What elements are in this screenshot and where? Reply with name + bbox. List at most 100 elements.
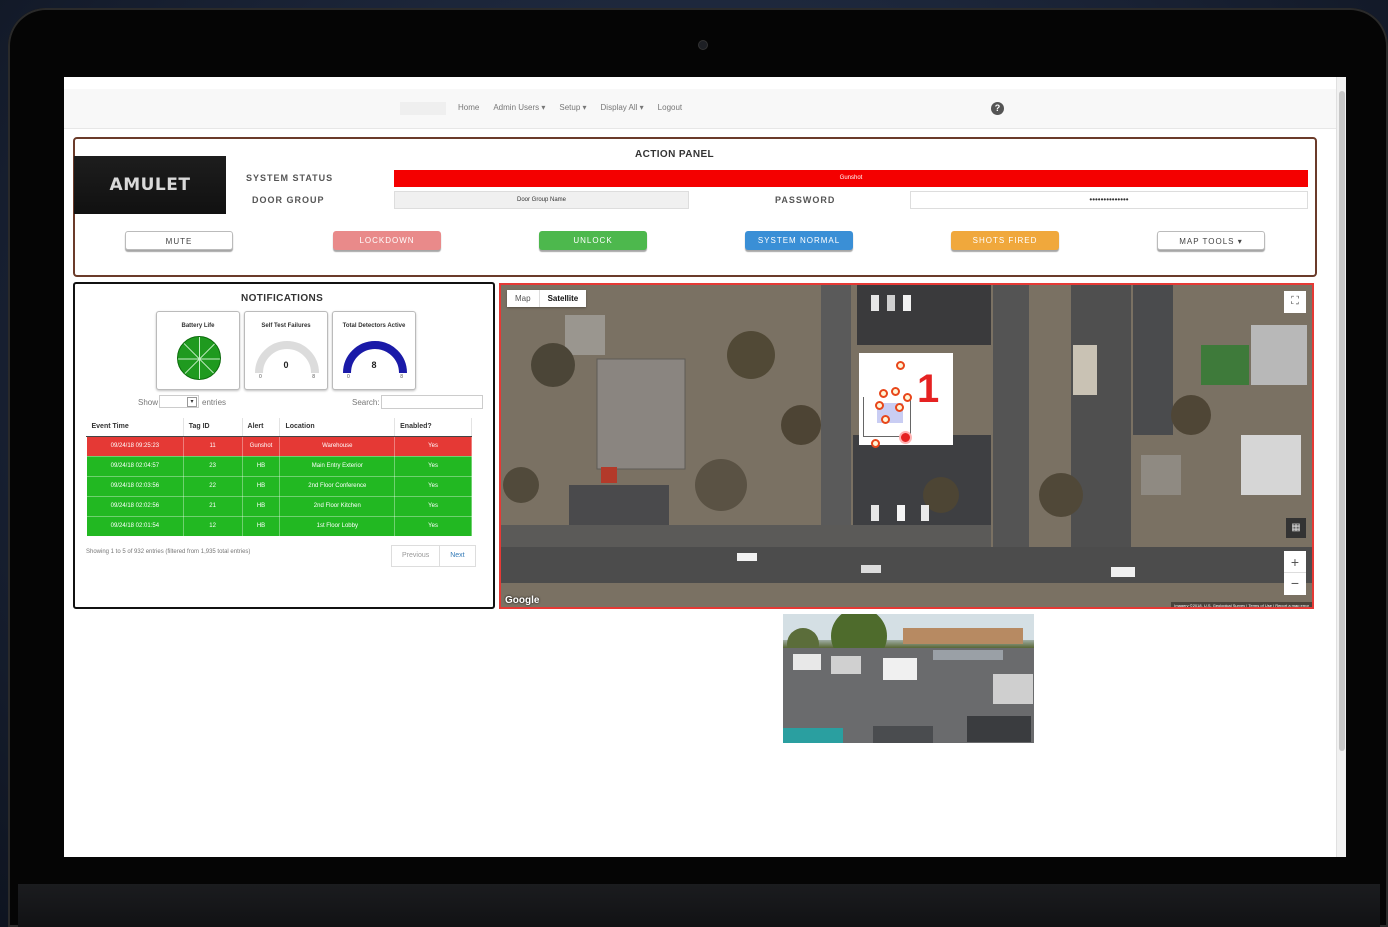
satellite-imagery — [501, 285, 1312, 607]
tab-satellite[interactable]: Satellite — [538, 290, 587, 307]
door-group-label: DOOR GROUP — [252, 195, 325, 205]
search-input[interactable] — [381, 395, 483, 409]
cell-event-time: 09/24/18 02:04:57 — [86, 455, 184, 477]
nav-admin-users[interactable]: Admin Users ▾ — [493, 103, 545, 112]
system-status-bar: Gunshot — [394, 170, 1308, 187]
webcam-icon — [698, 40, 708, 50]
question-circle-icon[interactable]: ? — [991, 102, 1004, 115]
table-row[interactable]: 09/24/18 02:03:56 22 HB 2nd Floor Confer… — [86, 475, 472, 497]
system-normal-button[interactable]: SYSTEM NORMAL — [745, 231, 853, 250]
cell-tag-id: 11 — [182, 435, 243, 457]
col-alert[interactable]: Alert — [242, 418, 281, 437]
cell-location: Main Entry Exterior — [279, 455, 396, 477]
cell-enabled: Yes — [394, 495, 472, 517]
col-enabled[interactable]: Enabled? — [394, 418, 472, 437]
cell-enabled: Yes — [394, 475, 472, 497]
gauge-max: 8 — [400, 374, 403, 380]
detector-marker[interactable] — [895, 403, 904, 412]
show-label: Show — [138, 398, 159, 407]
self-test-failures-gauge: Self Test Failures 0 0 8 — [244, 311, 328, 390]
shots-fired-button[interactable]: SHOTS FIRED — [951, 231, 1059, 250]
door-group-select[interactable]: Door Group Name — [394, 191, 689, 209]
nav-display-all[interactable]: Display All ▾ — [601, 103, 644, 112]
col-tag-id[interactable]: Tag ID — [183, 418, 243, 437]
table-row[interactable]: 09/24/18 02:02:56 21 HB 2nd Floor Kitche… — [86, 495, 472, 517]
nav-home[interactable]: Home — [458, 103, 479, 112]
battery-life-gauge: Battery Life — [156, 311, 240, 390]
detector-marker[interactable] — [875, 401, 884, 410]
table-row[interactable]: 09/24/18 02:01:54 12 HB 1st Floor Lobby … — [86, 515, 472, 537]
chevron-down-icon: ▾ — [187, 397, 197, 407]
cell-enabled: Yes — [394, 435, 472, 457]
col-location[interactable]: Location — [279, 418, 396, 437]
previous-page-button[interactable]: Previous — [391, 545, 441, 567]
gauge-min: 0 — [347, 374, 350, 380]
tab-map[interactable]: Map — [507, 290, 539, 307]
zoom-in-button[interactable]: + — [1284, 551, 1306, 573]
camera-feed-image[interactable] — [783, 614, 1034, 743]
cell-alert: Gunshot — [241, 435, 281, 457]
fullscreen-icon[interactable]: ⛶ — [1284, 291, 1306, 313]
total-detectors-gauge: Total Detectors Active 8 0 8 — [332, 311, 416, 390]
gauge-value: 8 — [371, 360, 377, 370]
detector-marker[interactable] — [879, 389, 888, 398]
zoom-out-button[interactable]: − — [1284, 573, 1306, 595]
table-row[interactable]: 09/24/18 02:04:57 23 HB Main Entry Exter… — [86, 455, 472, 477]
cell-tag-id: 12 — [182, 515, 243, 537]
pagination: Previous Next — [391, 545, 476, 567]
map-tools-button[interactable]: MAP TOOLS ▾ — [1157, 231, 1265, 250]
gauge-label: Self Test Failures — [261, 323, 311, 329]
nav-logout[interactable]: Logout — [658, 103, 682, 112]
password-field[interactable]: •••••••••••••• — [910, 191, 1308, 209]
system-status-label: SYSTEM STATUS — [246, 173, 334, 183]
notifications-table: Event Time Tag ID Alert Location Enabled… — [86, 418, 472, 537]
password-label: PASSWORD — [775, 195, 836, 205]
action-panel: ACTION PANEL AMULET SYSTEM STATUS Gunsho… — [73, 137, 1317, 277]
battery-pie-chart — [177, 336, 221, 380]
detector-marker[interactable] — [871, 439, 880, 448]
lockdown-button[interactable]: LOCKDOWN — [333, 231, 441, 250]
action-panel-title: ACTION PANEL — [635, 149, 715, 160]
gauge-label: Total Detectors Active — [342, 323, 406, 329]
map-credits[interactable]: Imagery ©2018, U.S. Geological Survey | … — [1171, 602, 1312, 607]
gauge-value: 0 — [283, 360, 289, 370]
unlock-button[interactable]: UNLOCK — [539, 231, 647, 250]
gunshot-alert-marker[interactable] — [899, 431, 912, 444]
col-event-time[interactable]: Event Time — [86, 418, 184, 437]
cell-tag-id: 22 — [182, 475, 243, 497]
next-page-button[interactable]: Next — [440, 545, 476, 567]
cell-event-time: 09/24/18 02:01:54 — [86, 515, 184, 537]
cell-alert: HB — [241, 475, 281, 497]
mute-button[interactable]: MUTE — [125, 231, 233, 250]
search-label: Search: — [352, 398, 380, 407]
detector-marker[interactable] — [896, 361, 905, 370]
notifications-panel: NOTIFICATIONS Battery Life Self Test Fai… — [73, 282, 495, 609]
cell-event-time: 09/24/18 02:03:56 — [86, 475, 184, 497]
page-scrollbar[interactable] — [1336, 77, 1346, 857]
gauge-min: 0 — [259, 374, 262, 380]
cell-tag-id: 23 — [182, 455, 243, 477]
scrollbar-thumb[interactable] — [1339, 91, 1345, 751]
cell-enabled: Yes — [394, 515, 472, 537]
satellite-map[interactable]: Map Satellite ⛶ 1 ▦ + − Google Imagery ©… — [499, 283, 1314, 609]
cell-location: 1st Floor Lobby — [279, 515, 396, 537]
entries-select[interactable]: ▾ — [159, 395, 199, 408]
screen: Home Admin Users ▾ Setup ▾ Display All ▾… — [64, 77, 1346, 857]
gauge-label: Battery Life — [181, 323, 215, 329]
nav-brand[interactable] — [400, 102, 446, 115]
floor-number: 1 — [917, 367, 940, 411]
cell-event-time: 09/24/18 02:02:56 — [86, 495, 184, 517]
navbar: Home Admin Users ▾ Setup ▾ Display All ▾… — [64, 89, 1336, 129]
gauge-max: 8 — [312, 374, 315, 380]
logo-text: AMULET — [109, 175, 191, 195]
detector-marker[interactable] — [881, 415, 890, 424]
table-row[interactable]: 09/24/18 09:25:23 11 Gunshot Warehouse Y… — [86, 435, 472, 457]
cell-location: 2nd Floor Conference — [279, 475, 396, 497]
layers-icon[interactable]: ▦ — [1286, 518, 1306, 538]
nav-setup[interactable]: Setup ▾ — [559, 103, 586, 112]
detector-marker[interactable] — [903, 393, 912, 402]
amulet-logo: AMULET — [74, 156, 226, 214]
detector-marker[interactable] — [891, 387, 900, 396]
cell-event-time: 09/24/18 09:25:23 — [86, 435, 184, 457]
cell-alert: HB — [241, 455, 281, 477]
